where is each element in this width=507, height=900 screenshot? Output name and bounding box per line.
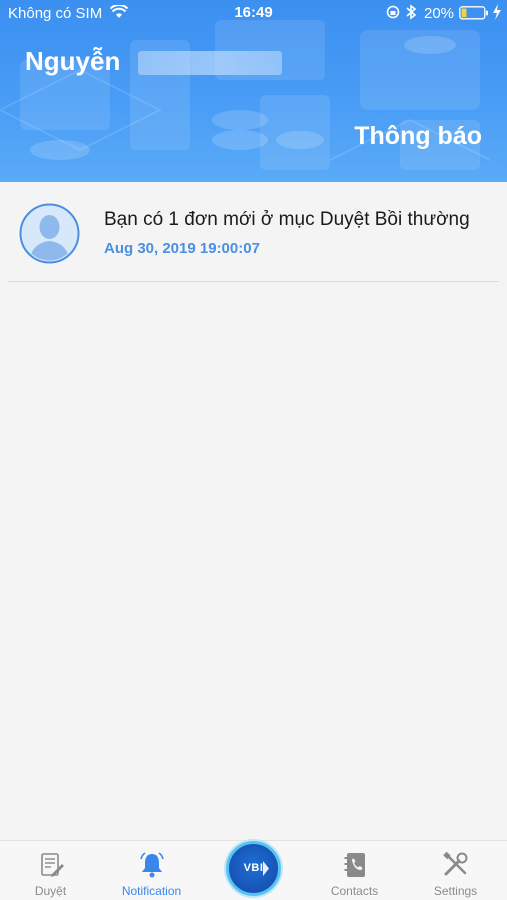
tab-label: Duyệt	[34, 884, 67, 898]
tab-notification[interactable]: Notification	[101, 841, 202, 900]
approve-document-icon	[36, 850, 66, 880]
notification-list: Bạn có 1 đơn mới ở mục Duyệt Bồi thường …	[0, 182, 507, 282]
tab-duyet[interactable]: Duyệt	[0, 841, 101, 900]
vbi-logo-text: VBI	[243, 862, 264, 874]
tab-settings[interactable]: Settings	[405, 841, 506, 900]
header-banner: Không có SIM 16:49 20% Nguyễn Thông báo	[0, 0, 507, 182]
notification-item[interactable]: Bạn có 1 đơn mới ở mục Duyệt Bồi thường …	[0, 182, 507, 282]
status-bar: Không có SIM 16:49 20%	[0, 0, 507, 28]
tab-label: Contacts	[330, 884, 379, 898]
vbi-home-button[interactable]: VBI	[226, 841, 281, 896]
charging-icon	[492, 4, 502, 24]
redacted-name-blur	[138, 51, 282, 75]
tab-contacts[interactable]: Contacts	[304, 841, 405, 900]
notification-date: Aug 30, 2019 19:00:07	[104, 240, 260, 257]
battery-percentage: 20%	[424, 5, 455, 22]
contacts-book-icon	[340, 850, 370, 880]
orientation-lock-icon	[386, 5, 400, 23]
divider	[8, 281, 499, 282]
user-name: Nguyễn	[25, 46, 121, 76]
notification-message: Bạn có 1 đơn mới ở mục Duyệt Bồi thường	[104, 209, 470, 230]
settings-tools-icon	[441, 850, 471, 880]
user-avatar-icon	[19, 203, 80, 264]
tab-label: Notification	[121, 884, 182, 898]
tab-label: Settings	[433, 884, 478, 898]
battery-icon	[459, 6, 489, 24]
page-title: Thông báo	[354, 122, 482, 150]
bluetooth-icon	[405, 4, 417, 24]
bell-icon	[137, 850, 167, 880]
